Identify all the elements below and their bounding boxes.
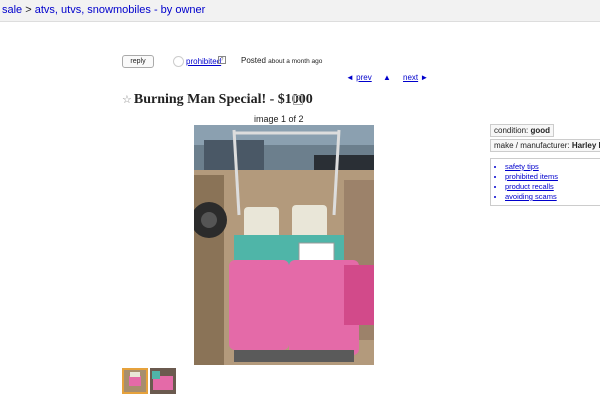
thumbnail-2-image: [150, 368, 176, 394]
photo-illustration: [194, 125, 374, 365]
breadcrumb: sale > atvs, utvs, snowmobiles - by owne…: [0, 0, 600, 22]
attribute-value: good: [530, 126, 551, 135]
thumbnail-1[interactable]: [122, 368, 148, 394]
breadcrumb-category-link[interactable]: atvs, utvs, snowmobiles - by owner: [35, 4, 206, 16]
main-photo[interactable]: [194, 125, 374, 365]
next-arrow-icon: ►: [420, 73, 429, 82]
attribute-label: make / manufacturer:: [494, 141, 570, 150]
posted-ago: about a month ago: [268, 58, 323, 65]
prev-arrow-icon: ◄: [346, 73, 354, 82]
prohibited-link[interactable]: prohibited: [186, 57, 221, 66]
up-link[interactable]: ▲: [383, 73, 391, 82]
flag-icon[interactable]: [173, 56, 184, 67]
breadcrumb-separator: >: [22, 4, 35, 16]
image-counter: image 1 of 2: [254, 114, 304, 124]
thumbnail-2[interactable]: [150, 368, 176, 394]
favorite-star-icon[interactable]: ☆: [122, 94, 132, 106]
posted-label: Posted: [241, 56, 266, 65]
prohibited-items-link[interactable]: prohibited items: [505, 172, 600, 182]
product-recalls-link[interactable]: product recalls: [505, 182, 600, 192]
safety-links-box: safety tips prohibited items product rec…: [490, 158, 600, 206]
prev-label: prev: [356, 73, 372, 82]
attribute-make: make / manufacturer: Harley D: [490, 139, 600, 152]
breadcrumb-sale-link[interactable]: sale: [2, 4, 22, 16]
posted-info: Posted about a month ago: [241, 56, 322, 65]
attribute-condition: condition: good: [490, 124, 555, 137]
listing-title-text: Burning Man Special! - $1000: [133, 92, 313, 107]
next-label: next: [403, 73, 419, 82]
avoiding-scams-link[interactable]: avoiding scams: [505, 192, 600, 202]
next-link[interactable]: next ►: [403, 73, 428, 82]
prev-link[interactable]: ◄ prev: [346, 73, 372, 82]
attribute-label: condition:: [494, 126, 529, 135]
help-icon[interactable]: ?: [218, 56, 226, 64]
hide-icon[interactable]: ×: [293, 95, 303, 105]
listing-title: ☆ Burning Man Special! - $1000: [122, 92, 313, 108]
reply-button[interactable]: reply: [122, 55, 154, 68]
safety-tips-link[interactable]: safety tips: [505, 162, 600, 172]
up-arrow-icon: ▲: [383, 73, 391, 82]
thumbnail-1-image: [124, 370, 146, 392]
attribute-value: Harley D: [571, 141, 600, 150]
